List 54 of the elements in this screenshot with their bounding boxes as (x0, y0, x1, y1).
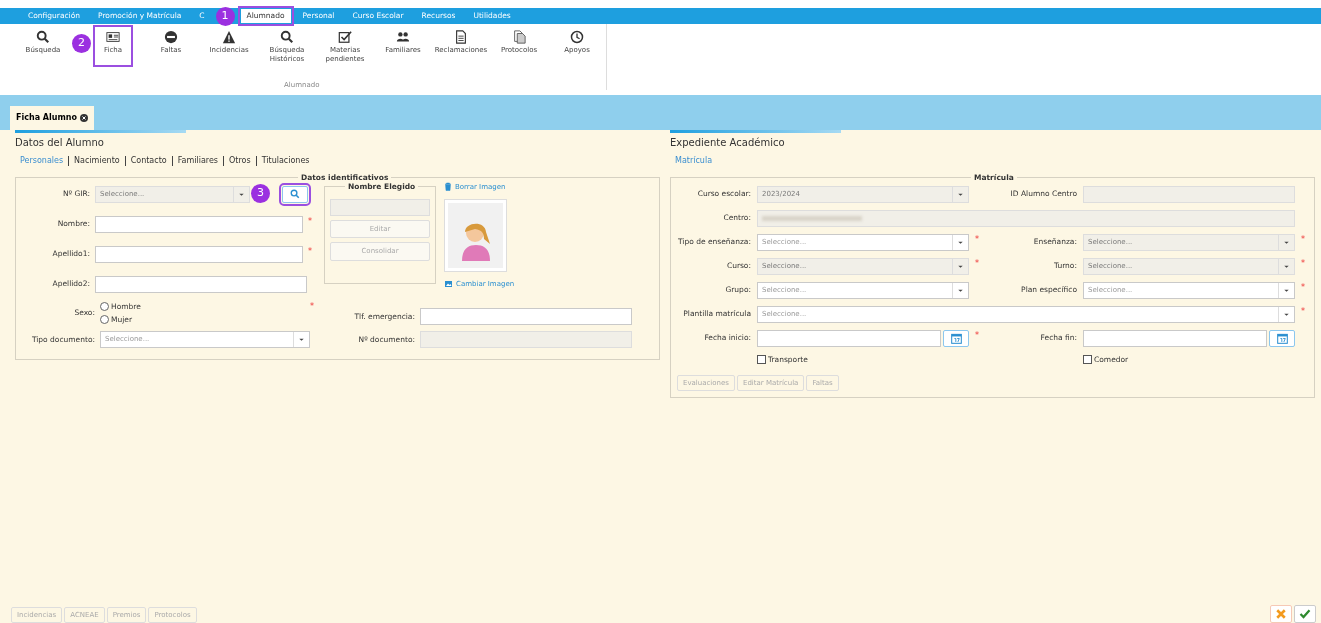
tab[interactable]: Ficha Alumno (10, 106, 94, 130)
required-asterisk: * (1301, 233, 1306, 246)
step-number-badge: 3 (251, 184, 270, 204)
search-icon (290, 189, 300, 200)
documents-icon (512, 30, 526, 44)
required-asterisk: * (310, 300, 315, 313)
input-field[interactable] (757, 329, 941, 347)
sub-tab[interactable]: Titulaciones (256, 156, 315, 166)
panel-title: Datos del Alumno (15, 136, 105, 150)
sub-tab[interactable]: Contacto (125, 156, 173, 166)
required-asterisk: * (1301, 281, 1306, 294)
sub-tab[interactable]: Matrícula (670, 156, 718, 166)
clock-icon (570, 30, 584, 44)
close-icon (1275, 608, 1287, 620)
required-asterisk: * (1301, 305, 1306, 318)
panel-title: Expediente Académico (670, 136, 786, 150)
no-entry-icon (164, 30, 178, 44)
input-field[interactable] (95, 215, 303, 233)
input-field[interactable] (420, 308, 632, 326)
search-icon (36, 30, 50, 44)
sub-tab[interactable]: Nacimiento (69, 156, 126, 166)
trash-icon (444, 182, 452, 192)
check-icon (1299, 608, 1311, 620)
people-icon (396, 30, 410, 44)
sub-tab[interactable]: Personales (15, 156, 70, 166)
input-field[interactable] (1083, 329, 1267, 347)
required-asterisk: * (1301, 257, 1306, 270)
search-button[interactable] (282, 185, 308, 203)
sub-tab[interactable]: Familiares (172, 156, 225, 166)
search-icon (280, 30, 294, 44)
required-asterisk: * (308, 215, 313, 228)
dropdown-caret-icon (298, 336, 305, 344)
calendar-button[interactable] (943, 329, 969, 347)
calendar-icon (950, 332, 962, 344)
input-field[interactable] (95, 275, 307, 293)
required-asterisk: * (975, 257, 980, 270)
required-asterisk: * (308, 245, 313, 258)
document-icon (454, 30, 468, 44)
input-field[interactable] (95, 245, 303, 263)
input-field[interactable] (330, 198, 430, 216)
close-icon (80, 114, 88, 122)
calendar-icon (1276, 332, 1288, 344)
warning-icon (222, 30, 236, 44)
sub-tab[interactable]: Otros (224, 156, 257, 166)
checkbox-icon (338, 30, 352, 44)
calendar-button[interactable] (1269, 329, 1295, 347)
step-number-badge: 2 (72, 34, 91, 53)
id-card-icon (106, 30, 120, 44)
required-asterisk: * (975, 329, 980, 342)
cancel-button[interactable] (1270, 605, 1292, 623)
image-icon (444, 280, 453, 289)
required-asterisk: * (975, 233, 980, 246)
confirm-button[interactable] (1294, 605, 1316, 623)
tab-label: Ficha Alumno (16, 112, 77, 124)
